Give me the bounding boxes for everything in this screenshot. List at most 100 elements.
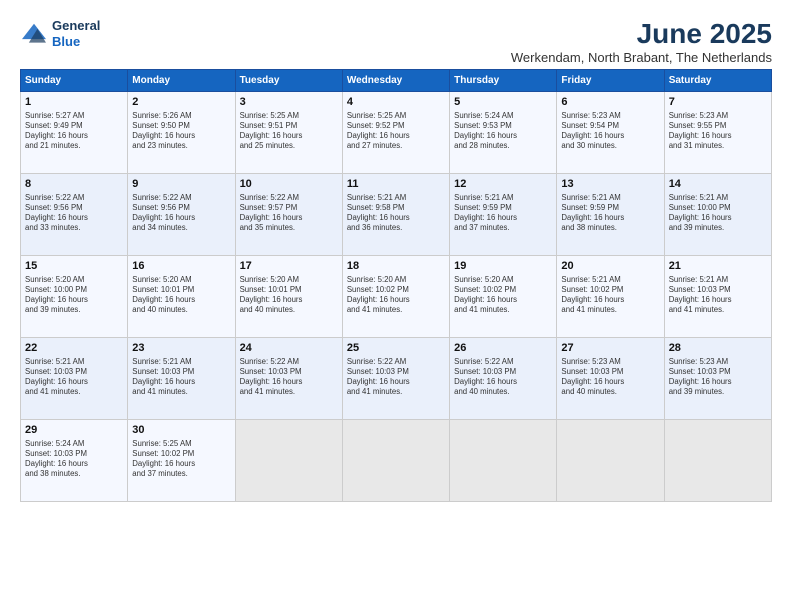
- day-number: 27: [561, 341, 659, 356]
- day-number: 26: [454, 341, 552, 356]
- calendar-cell: [450, 420, 557, 502]
- cell-details: Sunrise: 5:20 AMSunset: 10:02 PMDaylight…: [454, 275, 552, 316]
- logo: General Blue: [20, 18, 100, 49]
- day-number: 4: [347, 95, 445, 110]
- calendar-cell: 25Sunrise: 5:22 AMSunset: 10:03 PMDaylig…: [342, 338, 449, 420]
- title-block: June 2025 Werkendam, North Brabant, The …: [511, 18, 772, 65]
- calendar-cell: 18Sunrise: 5:20 AMSunset: 10:02 PMDaylig…: [342, 256, 449, 338]
- calendar-cell: 6Sunrise: 5:23 AMSunset: 9:54 PMDaylight…: [557, 92, 664, 174]
- day-number: 23: [132, 341, 230, 356]
- day-number: 18: [347, 259, 445, 274]
- calendar-cell: 30Sunrise: 5:25 AMSunset: 10:02 PMDaylig…: [128, 420, 235, 502]
- cell-details: Sunrise: 5:21 AMSunset: 10:03 PMDaylight…: [25, 357, 123, 398]
- cell-details: Sunrise: 5:25 AMSunset: 9:52 PMDaylight:…: [347, 111, 445, 152]
- cell-details: Sunrise: 5:21 AMSunset: 10:02 PMDaylight…: [561, 275, 659, 316]
- cell-details: Sunrise: 5:20 AMSunset: 10:00 PMDaylight…: [25, 275, 123, 316]
- cell-details: Sunrise: 5:21 AMSunset: 9:59 PMDaylight:…: [561, 193, 659, 234]
- day-number: 19: [454, 259, 552, 274]
- calendar-cell: 8Sunrise: 5:22 AMSunset: 9:56 PMDaylight…: [21, 174, 128, 256]
- day-number: 11: [347, 177, 445, 192]
- day-number: 12: [454, 177, 552, 192]
- day-number: 28: [669, 341, 767, 356]
- day-number: 30: [132, 423, 230, 438]
- cell-details: Sunrise: 5:22 AMSunset: 9:57 PMDaylight:…: [240, 193, 338, 234]
- cell-details: Sunrise: 5:20 AMSunset: 10:02 PMDaylight…: [347, 275, 445, 316]
- logo-text: General Blue: [52, 18, 100, 49]
- cell-details: Sunrise: 5:21 AMSunset: 10:00 PMDaylight…: [669, 193, 767, 234]
- calendar-cell: 5Sunrise: 5:24 AMSunset: 9:53 PMDaylight…: [450, 92, 557, 174]
- day-number: 3: [240, 95, 338, 110]
- calendar-cell: 14Sunrise: 5:21 AMSunset: 10:00 PMDaylig…: [664, 174, 771, 256]
- calendar-cell: 1Sunrise: 5:27 AMSunset: 9:49 PMDaylight…: [21, 92, 128, 174]
- cell-details: Sunrise: 5:27 AMSunset: 9:49 PMDaylight:…: [25, 111, 123, 152]
- cell-details: Sunrise: 5:21 AMSunset: 10:03 PMDaylight…: [669, 275, 767, 316]
- cell-details: Sunrise: 5:23 AMSunset: 9:54 PMDaylight:…: [561, 111, 659, 152]
- calendar-cell: 28Sunrise: 5:23 AMSunset: 10:03 PMDaylig…: [664, 338, 771, 420]
- day-number: 16: [132, 259, 230, 274]
- cell-details: Sunrise: 5:23 AMSunset: 10:03 PMDaylight…: [561, 357, 659, 398]
- day-number: 7: [669, 95, 767, 110]
- day-header-sunday: Sunday: [21, 70, 128, 92]
- calendar-cell: [342, 420, 449, 502]
- calendar-cell: 12Sunrise: 5:21 AMSunset: 9:59 PMDayligh…: [450, 174, 557, 256]
- calendar-cell: 15Sunrise: 5:20 AMSunset: 10:00 PMDaylig…: [21, 256, 128, 338]
- day-number: 21: [669, 259, 767, 274]
- calendar-cell: 10Sunrise: 5:22 AMSunset: 9:57 PMDayligh…: [235, 174, 342, 256]
- calendar-cell: [235, 420, 342, 502]
- day-header-monday: Monday: [128, 70, 235, 92]
- day-number: 2: [132, 95, 230, 110]
- calendar-cell: 21Sunrise: 5:21 AMSunset: 10:03 PMDaylig…: [664, 256, 771, 338]
- cell-details: Sunrise: 5:22 AMSunset: 10:03 PMDaylight…: [454, 357, 552, 398]
- calendar-cell: 9Sunrise: 5:22 AMSunset: 9:56 PMDaylight…: [128, 174, 235, 256]
- calendar-cell: 24Sunrise: 5:22 AMSunset: 10:03 PMDaylig…: [235, 338, 342, 420]
- day-header-wednesday: Wednesday: [342, 70, 449, 92]
- calendar-cell: 19Sunrise: 5:20 AMSunset: 10:02 PMDaylig…: [450, 256, 557, 338]
- cell-details: Sunrise: 5:21 AMSunset: 9:59 PMDaylight:…: [454, 193, 552, 234]
- day-header-thursday: Thursday: [450, 70, 557, 92]
- calendar-cell: 17Sunrise: 5:20 AMSunset: 10:01 PMDaylig…: [235, 256, 342, 338]
- calendar-cell: 2Sunrise: 5:26 AMSunset: 9:50 PMDaylight…: [128, 92, 235, 174]
- day-number: 5: [454, 95, 552, 110]
- day-number: 6: [561, 95, 659, 110]
- day-number: 9: [132, 177, 230, 192]
- calendar-cell: 13Sunrise: 5:21 AMSunset: 9:59 PMDayligh…: [557, 174, 664, 256]
- cell-details: Sunrise: 5:24 AMSunset: 9:53 PMDaylight:…: [454, 111, 552, 152]
- cell-details: Sunrise: 5:25 AMSunset: 10:02 PMDaylight…: [132, 439, 230, 480]
- calendar-cell: [664, 420, 771, 502]
- cell-details: Sunrise: 5:22 AMSunset: 10:03 PMDaylight…: [240, 357, 338, 398]
- calendar-cell: 22Sunrise: 5:21 AMSunset: 10:03 PMDaylig…: [21, 338, 128, 420]
- day-number: 15: [25, 259, 123, 274]
- day-number: 8: [25, 177, 123, 192]
- calendar-cell: 3Sunrise: 5:25 AMSunset: 9:51 PMDaylight…: [235, 92, 342, 174]
- day-header-tuesday: Tuesday: [235, 70, 342, 92]
- day-number: 24: [240, 341, 338, 356]
- day-number: 29: [25, 423, 123, 438]
- calendar-cell: 20Sunrise: 5:21 AMSunset: 10:02 PMDaylig…: [557, 256, 664, 338]
- cell-details: Sunrise: 5:25 AMSunset: 9:51 PMDaylight:…: [240, 111, 338, 152]
- cell-details: Sunrise: 5:23 AMSunset: 10:03 PMDaylight…: [669, 357, 767, 398]
- calendar-cell: 26Sunrise: 5:22 AMSunset: 10:03 PMDaylig…: [450, 338, 557, 420]
- day-number: 10: [240, 177, 338, 192]
- cell-details: Sunrise: 5:24 AMSunset: 10:03 PMDaylight…: [25, 439, 123, 480]
- calendar-table: SundayMondayTuesdayWednesdayThursdayFrid…: [20, 69, 772, 502]
- header: General Blue June 2025 Werkendam, North …: [20, 18, 772, 65]
- cell-details: Sunrise: 5:26 AMSunset: 9:50 PMDaylight:…: [132, 111, 230, 152]
- location-title: Werkendam, North Brabant, The Netherland…: [511, 50, 772, 65]
- calendar-cell: 29Sunrise: 5:24 AMSunset: 10:03 PMDaylig…: [21, 420, 128, 502]
- day-number: 20: [561, 259, 659, 274]
- calendar-cell: 27Sunrise: 5:23 AMSunset: 10:03 PMDaylig…: [557, 338, 664, 420]
- calendar-cell: 16Sunrise: 5:20 AMSunset: 10:01 PMDaylig…: [128, 256, 235, 338]
- page: General Blue June 2025 Werkendam, North …: [0, 0, 792, 612]
- cell-details: Sunrise: 5:21 AMSunset: 10:03 PMDaylight…: [132, 357, 230, 398]
- calendar-cell: 7Sunrise: 5:23 AMSunset: 9:55 PMDaylight…: [664, 92, 771, 174]
- day-number: 14: [669, 177, 767, 192]
- day-header-friday: Friday: [557, 70, 664, 92]
- cell-details: Sunrise: 5:22 AMSunset: 9:56 PMDaylight:…: [132, 193, 230, 234]
- day-number: 13: [561, 177, 659, 192]
- logo-icon: [20, 22, 48, 46]
- calendar-cell: 4Sunrise: 5:25 AMSunset: 9:52 PMDaylight…: [342, 92, 449, 174]
- cell-details: Sunrise: 5:20 AMSunset: 10:01 PMDaylight…: [132, 275, 230, 316]
- day-number: 1: [25, 95, 123, 110]
- day-number: 17: [240, 259, 338, 274]
- cell-details: Sunrise: 5:23 AMSunset: 9:55 PMDaylight:…: [669, 111, 767, 152]
